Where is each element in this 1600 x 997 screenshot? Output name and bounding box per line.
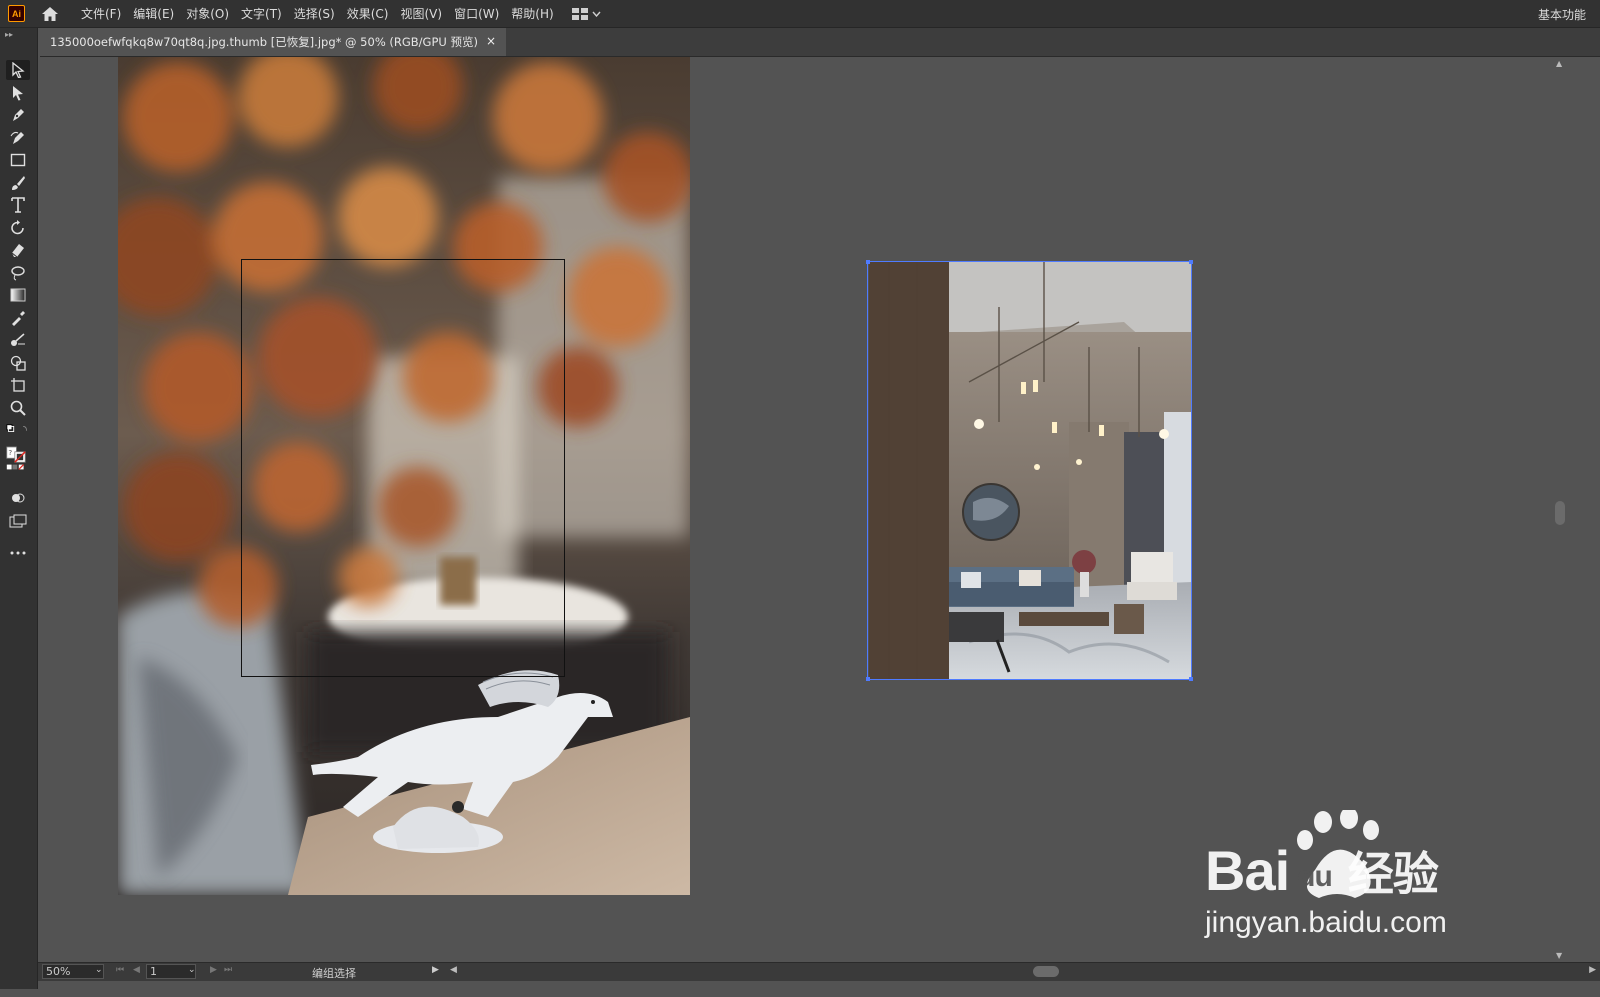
pen-tool[interactable]	[6, 105, 30, 125]
menu-help[interactable]: 帮助(H)	[505, 5, 559, 22]
last-artboard-icon[interactable]: ⏭	[224, 965, 232, 975]
eyedropper-tool[interactable]	[6, 308, 30, 328]
current-tool-status: 编组选择	[312, 967, 356, 980]
vertical-scrollbar[interactable]: ▲ ▼	[1552, 57, 1568, 962]
menu-type[interactable]: 文字(T)	[235, 5, 288, 22]
fill-stroke-swatches[interactable]: ?	[6, 441, 30, 477]
scroll-up-icon[interactable]: ▲	[1556, 59, 1562, 68]
lasso-tool[interactable]	[6, 263, 30, 283]
placed-image-living-room[interactable]	[869, 262, 1192, 680]
menu-bar: Ai 文件(F) 编辑(E) 对象(O) 文字(T) 选择(S) 效果(C) 视…	[0, 0, 1600, 28]
shape-builder-icon	[10, 355, 26, 371]
panel-collapse-icon[interactable]: ▸▸	[5, 30, 13, 39]
gradient-icon	[10, 288, 26, 302]
edit-toolbar-button[interactable]	[6, 543, 30, 563]
artboard-tool[interactable]	[6, 375, 30, 395]
menu-window[interactable]: 窗口(W)	[448, 5, 505, 22]
status-menu-icon[interactable]: ▶	[432, 965, 439, 975]
horizontal-scroll-thumb[interactable]	[1033, 966, 1059, 977]
artboard-outline	[241, 259, 565, 677]
pen-icon	[13, 109, 24, 121]
selection-tool[interactable]	[6, 60, 30, 80]
direct-selection-tool[interactable]	[6, 83, 30, 103]
menu-view[interactable]: 视图(V)	[394, 5, 448, 22]
rotate-tool[interactable]	[6, 218, 30, 238]
close-tab-icon[interactable]: ×	[486, 34, 496, 48]
zoom-tool[interactable]	[6, 398, 30, 418]
workspace-switcher[interactable]: 基本功能	[1538, 6, 1586, 23]
menu-items: 文件(F) 编辑(E) 对象(O) 文字(T) 选择(S) 效果(C) 视图(V…	[75, 5, 560, 22]
eyedropper-icon	[12, 311, 25, 326]
arrange-documents-button[interactable]	[571, 7, 601, 20]
blend-tool[interactable]	[6, 330, 30, 350]
tools-panel: ▸▸ ?	[0, 28, 38, 989]
scroll-left-icon[interactable]: ◀	[450, 965, 457, 975]
curvature-pen-icon	[10, 131, 24, 144]
more-dots-icon	[10, 551, 26, 555]
living-room-photo-graphic	[869, 262, 1192, 680]
draw-mode-icon	[12, 493, 25, 503]
drawing-mode-button[interactable]	[6, 488, 30, 508]
next-artboard-icon[interactable]: ▶	[210, 965, 217, 975]
document-tab-title: 135000oefwfqkq8w70qt8q.jpg.thumb [已恢复].j…	[50, 35, 478, 49]
zoom-dropdown-icon[interactable]: ⌄	[95, 965, 103, 975]
vertical-scroll-thumb[interactable]	[1555, 501, 1565, 525]
scroll-right-icon[interactable]: ▶	[1589, 965, 1596, 975]
first-artboard-icon[interactable]: ⏮	[116, 965, 124, 975]
lasso-icon	[11, 266, 25, 281]
rectangle-icon	[10, 153, 26, 167]
type-tool[interactable]	[6, 195, 30, 215]
gradient-tool[interactable]	[6, 285, 30, 305]
layout-grid-icon	[571, 7, 588, 20]
magnifier-icon	[10, 400, 26, 416]
menu-object[interactable]: 对象(O)	[180, 5, 235, 22]
default-colors-button[interactable]	[6, 422, 30, 436]
rotate-icon	[11, 220, 24, 235]
menu-file[interactable]: 文件(F)	[75, 5, 127, 22]
eraser-icon	[11, 244, 24, 258]
swap-colors-icon	[6, 424, 27, 432]
direct-select-icon	[13, 86, 23, 101]
menu-edit[interactable]: 编辑(E)	[127, 5, 180, 22]
screen-mode-button[interactable]	[6, 511, 30, 531]
blend-icon	[11, 333, 25, 346]
home-button[interactable]	[37, 3, 63, 25]
artboard-icon	[11, 378, 25, 392]
home-icon	[42, 6, 58, 21]
screen-mode-icon	[9, 514, 27, 528]
menu-effect[interactable]: 效果(C)	[341, 5, 395, 22]
arrow-cursor-icon	[12, 62, 25, 78]
shape-builder-tool[interactable]	[6, 353, 30, 373]
chevron-down-icon	[592, 11, 601, 17]
canvas-area[interactable]	[38, 57, 1552, 984]
curvature-tool[interactable]	[6, 128, 30, 148]
type-t-icon	[11, 197, 25, 213]
fill-stroke-icon: ?	[6, 446, 26, 470]
brush-icon	[12, 176, 25, 190]
rectangle-tool[interactable]	[6, 150, 30, 170]
scroll-down-icon[interactable]: ▼	[1556, 951, 1562, 960]
paintbrush-tool[interactable]	[6, 173, 30, 193]
app-logo: Ai	[8, 5, 25, 22]
artboard-dropdown-icon[interactable]: ⌄	[188, 965, 196, 975]
menu-select[interactable]: 选择(S)	[288, 5, 341, 22]
svg-text:?: ?	[8, 448, 12, 457]
eraser-tool[interactable]	[6, 240, 30, 260]
previous-artboard-icon[interactable]: ◀	[133, 965, 140, 975]
document-tab-bar: 135000oefwfqkq8w70qt8q.jpg.thumb [已恢复].j…	[40, 28, 1600, 57]
status-bar: 50% ⌄ ⏮ ◀ 1 ⌄ ▶ ⏭ 编组选择 ▶ ◀ ▶	[38, 962, 1600, 981]
document-tab[interactable]: 135000oefwfqkq8w70qt8q.jpg.thumb [已恢复].j…	[40, 28, 506, 56]
